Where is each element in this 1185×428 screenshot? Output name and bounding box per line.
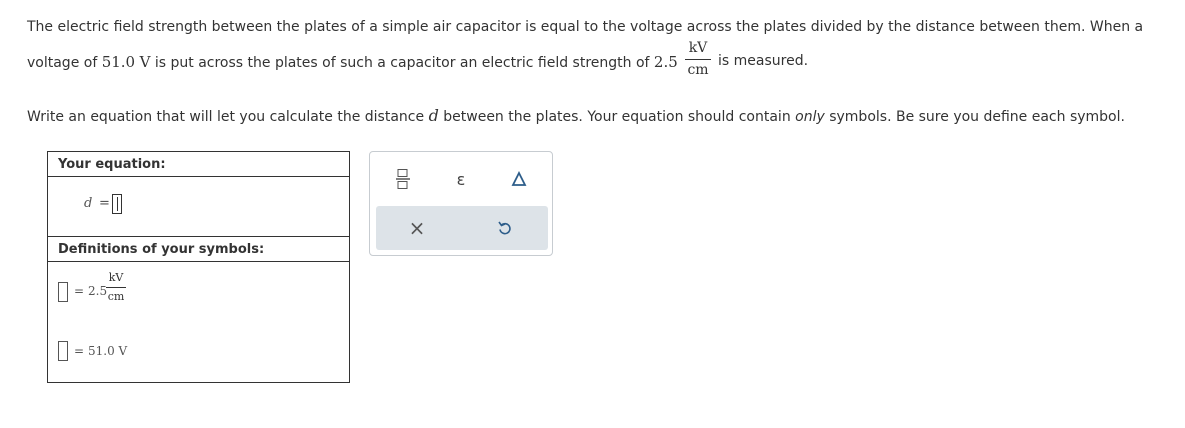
problem-text: is put across the plates of such a capac… — [150, 55, 654, 71]
field-value: 2.5 — [653, 53, 678, 71]
definitions-panel-title: Definitions of your symbols: — [58, 242, 265, 257]
fraction-button[interactable] — [388, 164, 418, 194]
definition-1-unit: kV cm — [106, 271, 126, 303]
distance-variable: d — [428, 106, 439, 125]
definitions-panel-header: Definitions of your symbols: — [48, 237, 349, 262]
definition-1-value: 2.5 — [88, 284, 108, 298]
instruction-text: symbols. Be sure you define each symbol. — [824, 109, 1125, 125]
problem-line-2-end: is measured. — [718, 53, 809, 69]
field-unit-fraction: kV cm — [685, 40, 711, 78]
problem-line-2: voltage of 51.0 V is put across the plat… — [27, 53, 678, 71]
undo-button[interactable] — [490, 213, 520, 243]
instructions: Write an equation that will let you calc… — [27, 106, 1125, 125]
definition-2-value: 51.0 V — [88, 344, 128, 358]
toolbar-action-row: × — [376, 206, 548, 250]
epsilon-button[interactable]: ε — [446, 164, 476, 194]
field-unit-numerator: kV — [688, 40, 708, 56]
equation-panel: Your equation: d = — [47, 151, 350, 237]
voltage-unit: V — [139, 53, 151, 71]
definition-2-equals: = — [74, 344, 85, 358]
text-cursor — [117, 197, 118, 211]
definition-1-unit-denominator: cm — [107, 290, 125, 303]
problem-text: voltage of — [27, 55, 102, 71]
equation-lhs-variable: d — [84, 196, 93, 211]
definitions-panel: Definitions of your symbols: = 2.5 kV cm… — [47, 236, 350, 383]
symbol-input-2[interactable] — [58, 341, 68, 361]
field-unit-denominator: cm — [687, 62, 709, 78]
instruction-emphasis: only — [795, 109, 825, 125]
fraction-icon — [396, 169, 410, 189]
undo-icon — [498, 221, 511, 235]
instruction-text: Write an equation that will let you calc… — [27, 109, 429, 125]
epsilon-icon: ε — [456, 169, 466, 189]
equation-panel-title: Your equation: — [58, 157, 166, 172]
equation-input[interactable] — [112, 194, 122, 214]
math-toolbar: ε × — [369, 151, 553, 256]
equation-equals: = — [99, 196, 110, 211]
definition-1-equals: = — [74, 284, 85, 298]
problem-line-1: The electric field strength between the … — [27, 19, 1144, 35]
symbol-input-1[interactable] — [58, 282, 68, 302]
delta-button[interactable] — [504, 164, 534, 194]
delta-icon — [511, 171, 527, 186]
definition-1-unit-numerator: kV — [108, 271, 124, 284]
voltage-value: 51.0 — [101, 53, 136, 71]
equation-panel-header: Your equation: — [48, 152, 349, 177]
clear-button[interactable]: × — [402, 213, 432, 243]
close-icon: × — [408, 216, 426, 240]
instruction-text: between the plates. Your equation should… — [438, 109, 796, 125]
